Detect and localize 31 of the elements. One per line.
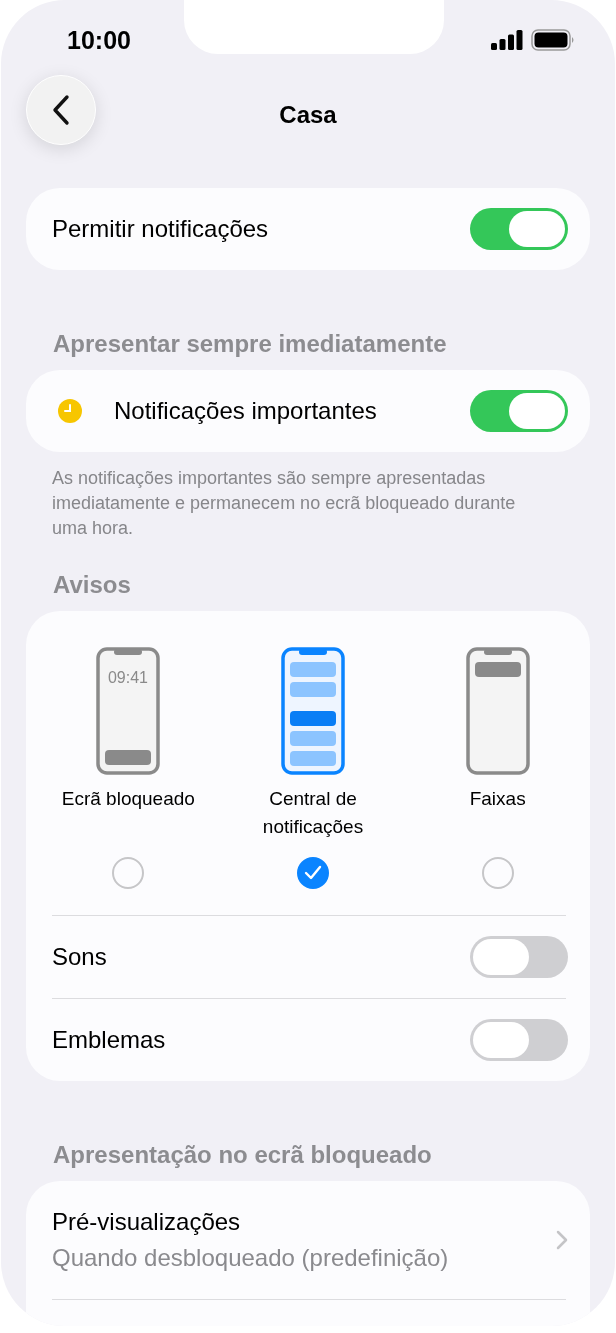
status-time: 10:00 <box>67 25 131 55</box>
setting-label: Emblemas <box>52 1026 167 1054</box>
phone-icon[interactable] <box>281 647 345 775</box>
setting-label: Notificações importantes <box>114 397 378 425</box>
section-header: Avisos <box>52 570 132 600</box>
toggle-switch[interactable] <box>470 936 568 978</box>
back-icon <box>50 94 72 126</box>
radio-button[interactable] <box>481 857 514 889</box>
chevron-icon[interactable] <box>556 1230 568 1250</box>
section-header: Apresentar sempre imediatamente <box>52 329 448 359</box>
radio-button[interactable] <box>297 857 329 889</box>
radio-button[interactable] <box>112 857 145 889</box>
toggle-switch[interactable] <box>470 208 568 250</box>
option-label: Central de notificações <box>261 787 365 839</box>
setting-label: Permitir notificações <box>52 215 269 243</box>
setting-label: Sons <box>52 943 108 971</box>
footnote: As notificações importantes são sempre apresentadas imediatamente e permanecem no ecrã bloqueado durante uma hora. <box>52 467 517 540</box>
option-label: Ecrã bloqueado <box>60 787 196 811</box>
section-header: Apresentação no ecrã bloqueado <box>52 1140 433 1170</box>
page-title: Casa <box>279 101 337 129</box>
toggle-switch[interactable] <box>470 390 568 432</box>
checkmark-icon <box>304 865 322 881</box>
setting-value: Quando desbloqueado (predefinição) <box>52 1244 449 1272</box>
phone-icon[interactable] <box>465 647 530 775</box>
clock-icon <box>58 399 82 423</box>
battery-icon <box>531 29 575 51</box>
option-label: Faixas <box>468 787 527 811</box>
signal-icon <box>491 30 523 50</box>
setting-label: Pré-visualizações <box>52 1208 242 1236</box>
phone-icon[interactable]: 09:41 <box>96 647 161 775</box>
toggle-switch[interactable] <box>470 1019 568 1061</box>
